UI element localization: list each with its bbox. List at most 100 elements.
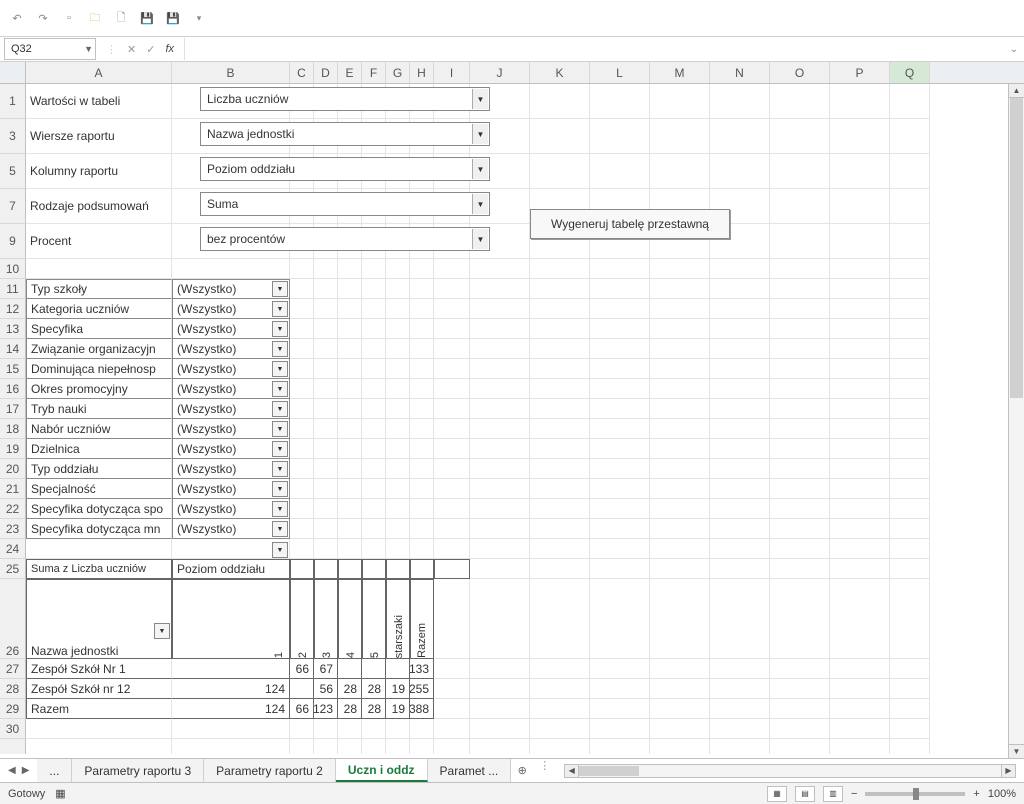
col-header[interactable]: P: [830, 62, 890, 83]
zoom-in-icon[interactable]: +: [973, 788, 979, 800]
row-header[interactable]: 9: [0, 224, 26, 259]
filter-dropdown-icon[interactable]: ▼: [272, 341, 288, 357]
row-header[interactable]: 20: [0, 459, 26, 479]
col-header[interactable]: E: [338, 62, 362, 83]
row-header[interactable]: 12: [0, 299, 26, 319]
row-header[interactable]: 18: [0, 419, 26, 439]
filter-dropdown-icon[interactable]: ▼: [272, 461, 288, 477]
row-header[interactable]: 19: [0, 439, 26, 459]
filter-dropdown-icon[interactable]: ▼: [272, 301, 288, 317]
pivot-column-field[interactable]: Poziom oddziału: [172, 559, 290, 579]
columns-combo[interactable]: Poziom oddziału▼: [200, 157, 490, 181]
row-header[interactable]: 11: [0, 279, 26, 299]
filter-dropdown-icon[interactable]: ▼: [272, 481, 288, 497]
chevron-down-icon[interactable]: ▼: [472, 124, 488, 144]
cancel-icon[interactable]: ✕: [127, 43, 136, 56]
zoom-out-icon[interactable]: −: [851, 788, 857, 800]
row-header[interactable]: 24: [0, 539, 26, 559]
scroll-down-icon[interactable]: ▼: [1009, 744, 1024, 758]
redo-icon[interactable]: ↷: [34, 9, 52, 27]
row-header[interactable]: 21: [0, 479, 26, 499]
normal-view-icon[interactable]: ▦: [767, 786, 787, 802]
col-header[interactable]: F: [362, 62, 386, 83]
col-header[interactable]: D: [314, 62, 338, 83]
chevron-down-icon[interactable]: ▼: [472, 194, 488, 214]
filter-dropdown-icon[interactable]: ▼: [272, 361, 288, 377]
sheet-tab-active[interactable]: Uczn i oddz: [336, 759, 428, 782]
row-header[interactable]: 30: [0, 719, 26, 739]
filter-dropdown-icon[interactable]: ▼: [272, 521, 288, 537]
col-header[interactable]: H: [410, 62, 434, 83]
chevron-down-icon[interactable]: ▼: [472, 89, 488, 109]
col-header[interactable]: G: [386, 62, 410, 83]
row-header[interactable]: 5: [0, 154, 26, 189]
col-header[interactable]: M: [650, 62, 710, 83]
zoom-level[interactable]: 100%: [988, 788, 1016, 800]
sheet-tab[interactable]: Parametry raportu 2: [204, 759, 336, 782]
formula-expand-icon[interactable]: ⌄: [1004, 44, 1024, 55]
scroll-right-icon[interactable]: ▶: [1001, 765, 1015, 777]
zoom-slider[interactable]: [865, 792, 965, 796]
filter-dropdown-icon[interactable]: ▼: [272, 281, 288, 297]
scroll-thumb[interactable]: [579, 766, 639, 776]
filter-dropdown-icon[interactable]: ▼: [272, 321, 288, 337]
col-header[interactable]: B: [172, 62, 290, 83]
col-header[interactable]: C: [290, 62, 314, 83]
macro-record-icon[interactable]: ▦: [55, 787, 65, 800]
row-header[interactable]: 22: [0, 499, 26, 519]
filter-dropdown-icon[interactable]: ▼: [272, 421, 288, 437]
col-header[interactable]: O: [770, 62, 830, 83]
select-all-corner[interactable]: [0, 62, 26, 83]
row-header[interactable]: 10: [0, 259, 26, 279]
col-header[interactable]: K: [530, 62, 590, 83]
sheet-tab[interactable]: Parametry raportu 3: [72, 759, 204, 782]
row-header[interactable]: 26: [0, 579, 26, 659]
row-header[interactable]: [0, 739, 26, 754]
filter-dropdown-icon[interactable]: ▼: [272, 381, 288, 397]
page-break-icon[interactable]: ▥: [823, 786, 843, 802]
filter-dropdown-icon[interactable]: ▼: [272, 441, 288, 457]
vertical-scrollbar[interactable]: ▲ ▼: [1008, 84, 1024, 758]
new-file-icon[interactable]: ▫: [60, 9, 78, 27]
print-preview-icon[interactable]: 🗋: [112, 9, 130, 27]
chevron-down-icon[interactable]: ▼: [472, 159, 488, 179]
chevron-down-icon[interactable]: ▼: [472, 229, 488, 249]
sheet-tab[interactable]: Paramet ...: [428, 759, 512, 782]
row-header[interactable]: 27: [0, 659, 26, 679]
qat-more-icon[interactable]: ▾: [190, 9, 208, 27]
row-header[interactable]: 13: [0, 319, 26, 339]
open-file-icon[interactable]: 🗀: [86, 9, 104, 27]
col-header[interactable]: A: [26, 62, 172, 83]
sheet-tab-ellipsis[interactable]: ...: [37, 759, 72, 782]
col-header[interactable]: I: [434, 62, 470, 83]
row-header[interactable]: 23: [0, 519, 26, 539]
save-icon[interactable]: 💾: [138, 9, 156, 27]
chevron-down-icon[interactable]: ▼: [84, 44, 93, 54]
scroll-up-icon[interactable]: ▲: [1009, 84, 1024, 98]
col-header[interactable]: J: [470, 62, 530, 83]
percent-combo[interactable]: bez procentów▼: [200, 227, 490, 251]
name-box[interactable]: Q32 ▼: [4, 38, 96, 60]
pivot-row-dropdown-icon[interactable]: ▼: [154, 623, 170, 639]
summary-combo[interactable]: Suma▼: [200, 192, 490, 216]
tab-next-icon[interactable]: ▶: [22, 765, 30, 776]
page-layout-icon[interactable]: ▤: [795, 786, 815, 802]
filter-dropdown-icon[interactable]: ▼: [272, 501, 288, 517]
pivot-row-field[interactable]: Nazwa jednostki: [26, 579, 172, 659]
rows-combo[interactable]: Nazwa jednostki▼: [200, 122, 490, 146]
col-header[interactable]: L: [590, 62, 650, 83]
values-combo[interactable]: Liczba uczniów▼: [200, 87, 490, 111]
fx-icon[interactable]: fx: [165, 43, 174, 55]
filter-dropdown-icon[interactable]: ▼: [272, 401, 288, 417]
row-header[interactable]: 25: [0, 559, 26, 579]
row-header[interactable]: 17: [0, 399, 26, 419]
tab-prev-icon[interactable]: ◀: [8, 765, 16, 776]
generate-pivot-button[interactable]: Wygeneruj tabelę przestawną: [530, 209, 730, 239]
horizontal-scrollbar[interactable]: ◀ ▶: [564, 764, 1016, 778]
formula-input[interactable]: [184, 38, 1004, 60]
row-header[interactable]: 29: [0, 699, 26, 719]
undo-icon[interactable]: ↶: [8, 9, 26, 27]
save-as-icon[interactable]: 💾: [164, 9, 182, 27]
row-header[interactable]: 7: [0, 189, 26, 224]
confirm-icon[interactable]: ✓: [146, 43, 155, 56]
